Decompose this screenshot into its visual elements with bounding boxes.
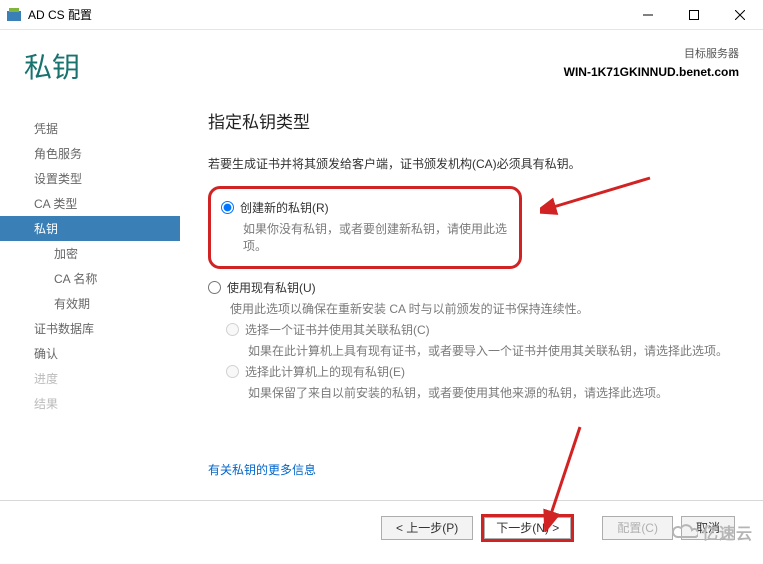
target-server-block: 目标服务器 WIN-1K71GKINNUD.benet.com [564,46,739,86]
radio-use-existing-key[interactable] [208,281,221,294]
radio-create-new-key[interactable] [221,201,234,214]
sidebar-item-setup-type[interactable]: 设置类型 [0,166,180,191]
titlebar: AD CS 配置 [0,0,763,30]
target-server-label: 目标服务器 [564,46,739,63]
watermark-text: 亿速云 [702,520,753,544]
close-button[interactable] [717,0,763,30]
footer: < 上一步(P) 下一步(N) > 配置(C) 取消 [0,500,763,554]
radio-select-cert [226,323,239,336]
radio-use-existing-key-desc: 使用此选项以确保在重新安装 CA 时与以前颁发的证书保持连续性。 [230,300,741,317]
radio-select-local-key-label: 选择此计算机上的现有私钥(E) [245,363,405,380]
sidebar: 凭据 角色服务 设置类型 CA 类型 私钥 加密 CA 名称 有效期 证书数据库… [0,90,180,500]
minimize-button[interactable] [625,0,671,30]
content: 指定私钥类型 若要生成证书并将其颁发给客户端，证书颁发机构(CA)必须具有私钥。… [180,90,763,500]
sidebar-item-role-services[interactable]: 角色服务 [0,141,180,166]
radio-create-new-key-desc: 如果你没有私钥，或者要创建新私钥，请使用此选项。 [243,220,509,254]
sidebar-item-credentials[interactable]: 凭据 [0,116,180,141]
radio-select-local-key-desc: 如果保留了来自以前安装的私钥，或者要使用其他来源的私钥，请选择此选项。 [248,384,741,401]
sidebar-item-private-key[interactable]: 私钥 [0,216,180,241]
next-button[interactable]: 下一步(N) > [481,514,574,542]
sidebar-item-progress: 进度 [0,366,180,391]
radio-use-existing-key-label: 使用现有私钥(U) [227,279,316,296]
page-title: 私钥 [24,46,564,86]
option-create-box: 创建新的私钥(R) 如果你没有私钥，或者要创建新私钥，请使用此选项。 [208,186,522,269]
sidebar-item-confirm[interactable]: 确认 [0,341,180,366]
sidebar-item-validity[interactable]: 有效期 [0,291,180,316]
cloud-icon [670,523,698,541]
sidebar-item-ca-name[interactable]: CA 名称 [0,266,180,291]
prev-button[interactable]: < 上一步(P) [381,516,473,540]
content-intro: 若要生成证书并将其颁发给客户端，证书颁发机构(CA)必须具有私钥。 [208,155,741,172]
maximize-button[interactable] [671,0,717,30]
sidebar-item-cert-db[interactable]: 证书数据库 [0,316,180,341]
radio-create-new-key-label: 创建新的私钥(R) [240,199,329,216]
more-info-link[interactable]: 有关私钥的更多信息 [208,461,316,478]
window-title: AD CS 配置 [28,6,625,23]
target-server-name: WIN-1K71GKINNUD.benet.com [564,63,739,81]
app-icon [6,7,22,23]
content-heading: 指定私钥类型 [208,108,741,133]
sidebar-item-ca-type[interactable]: CA 类型 [0,191,180,216]
header: 私钥 目标服务器 WIN-1K71GKINNUD.benet.com [0,30,763,90]
sidebar-item-results: 结果 [0,391,180,416]
sidebar-item-cryptography[interactable]: 加密 [0,241,180,266]
watermark: 亿速云 [670,520,753,544]
radio-select-cert-desc: 如果在此计算机上具有现有证书，或者要导入一个证书并使用其关联私钥，请选择此选项。 [248,342,741,359]
radio-select-cert-label: 选择一个证书并使用其关联私钥(C) [245,321,430,338]
configure-button: 配置(C) [602,516,673,540]
radio-select-local-key [226,365,239,378]
